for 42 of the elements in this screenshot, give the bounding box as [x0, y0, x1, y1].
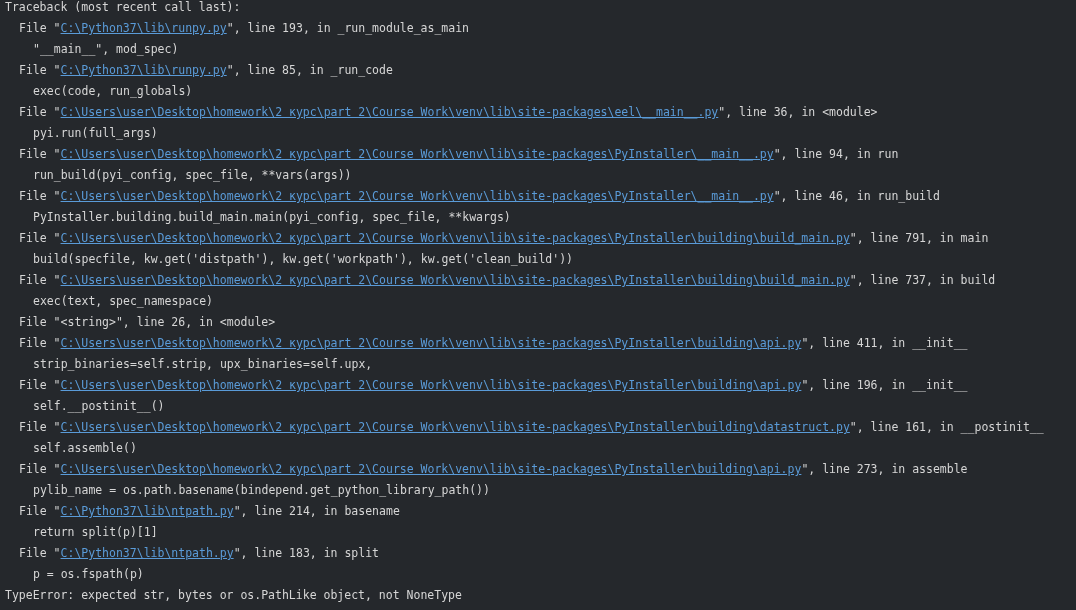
source-code-line: return split(p)[1]: [32, 524, 158, 541]
traceback-header: Traceback (most recent call last):: [5, 0, 241, 16]
file-link[interactable]: C:\Python37\lib\runpy.py: [60, 21, 227, 35]
file-link[interactable]: C:\Python37\lib\ntpath.py: [60, 504, 234, 518]
source-code-line: pylib_name = os.path.basename(bindepend.get_python_library_path()): [32, 482, 490, 499]
file-link[interactable]: C:\Python37\lib\runpy.py: [60, 63, 227, 77]
source-code-line: self.__postinit__(): [32, 398, 165, 415]
traceback-frame-line: File "C:\Python37\lib\ntpath.py", line 214, in basename: [18, 503, 400, 520]
source-code-line: self.assemble(): [32, 440, 137, 457]
traceback-frame-line: File "C:\Users\user\Desktop\homework\2 курс\part 2\Course Work\venv\lib\site-packages\PyInstaller\__main__.py", line 46, in run_build: [18, 188, 940, 205]
source-code-line: strip_binaries=self.strip, upx_binaries=self.upx,: [32, 356, 373, 373]
traceback-frame-line: File "C:\Users\user\Desktop\homework\2 курс\part 2\Course Work\venv\lib\site-packages\PyInstaller\building\api.py", line 196, in __init__: [18, 377, 968, 394]
file-link[interactable]: C:\Users\user\Desktop\homework\2 курс\part 2\Course Work\venv\lib\site-packages\PyInstaller\__main__.py: [60, 189, 774, 203]
source-code-line: exec(text, spec_namespace): [32, 293, 213, 310]
source-code-line: "__main__", mod_spec): [32, 41, 179, 58]
traceback-frame-line: File "C:\Python37\lib\runpy.py", line 85, in _run_code: [18, 62, 393, 79]
traceback-frame-line: File "C:\Users\user\Desktop\homework\2 курс\part 2\Course Work\venv\lib\site-packages\PyInstaller\building\api.py", line 273, in assemble: [18, 461, 968, 478]
file-link[interactable]: C:\Users\user\Desktop\homework\2 курс\part 2\Course Work\venv\lib\site-packages\PyInstaller\building\api.py: [60, 336, 802, 350]
file-link[interactable]: C:\Users\user\Desktop\homework\2 курс\part 2\Course Work\venv\lib\site-packages\PyInstaller\building\datastruct.py: [60, 420, 850, 434]
source-code-line: PyInstaller.building.build_main.main(pyi_config, spec_file, **kwargs): [32, 209, 511, 226]
traceback-frame-line: File "C:\Users\user\Desktop\homework\2 курс\part 2\Course Work\venv\lib\site-packages\eel\__main__.py", line 36, in <module>: [18, 104, 878, 121]
traceback-frame-line: File "<string>", line 26, in <module>: [18, 314, 276, 331]
file-link[interactable]: C:\Users\user\Desktop\homework\2 курс\part 2\Course Work\venv\lib\site-packages\PyInstaller\building\api.py: [60, 462, 802, 476]
source-code-line: run_build(pyi_config, spec_file, **vars(args)): [32, 167, 352, 184]
file-link[interactable]: C:\Users\user\Desktop\homework\2 курс\part 2\Course Work\venv\lib\site-packages\PyInstaller\building\api.py: [60, 378, 802, 392]
source-code-line: build(specfile, kw.get('distpath'), kw.get('workpath'), kw.get('clean_build')): [32, 251, 574, 268]
source-code-line: exec(code, run_globals): [32, 83, 193, 100]
source-code-line: pyi.run(full_args): [32, 125, 158, 142]
traceback-frame-line: File "C:\Users\user\Desktop\homework\2 курс\part 2\Course Work\venv\lib\site-packages\PyInstaller\building\build_main.py", line 737, in build: [18, 272, 996, 289]
file-link[interactable]: C:\Users\user\Desktop\homework\2 курс\part 2\Course Work\venv\lib\site-packages\eel\__main__.py: [60, 105, 719, 119]
error-message: TypeError: expected str, bytes or os.PathLike object, not NoneType: [5, 587, 462, 604]
traceback-frame-line: File "C:\Python37\lib\runpy.py", line 193, in _run_module_as_main: [18, 20, 470, 37]
source-code-line: p = os.fspath(p): [32, 566, 144, 583]
traceback-frame-line: File "C:\Users\user\Desktop\homework\2 курс\part 2\Course Work\venv\lib\site-packages\PyInstaller\__main__.py", line 94, in run: [18, 146, 899, 163]
file-link[interactable]: C:\Users\user\Desktop\homework\2 курс\part 2\Course Work\venv\lib\site-packages\PyInstaller\building\build_main.py: [60, 231, 850, 245]
file-link[interactable]: C:\Users\user\Desktop\homework\2 курс\part 2\Course Work\venv\lib\site-packages\PyInstaller\__main__.py: [60, 147, 774, 161]
file-link[interactable]: C:\Users\user\Desktop\homework\2 курс\part 2\Course Work\venv\lib\site-packages\PyInstaller\building\build_main.py: [60, 273, 850, 287]
traceback-frame-line: File "C:\Users\user\Desktop\homework\2 курс\part 2\Course Work\venv\lib\site-packages\PyInstaller\building\datastruct.py", line 161, in __postinit__: [18, 419, 1044, 436]
traceback-frame-line: File "C:\Users\user\Desktop\homework\2 курс\part 2\Course Work\venv\lib\site-packages\PyInstaller\building\build_main.py", line 791, in main: [18, 230, 989, 247]
traceback-frame-line: File "C:\Users\user\Desktop\homework\2 курс\part 2\Course Work\venv\lib\site-packages\PyInstaller\building\api.py", line 411, in __init__: [18, 335, 968, 352]
file-link[interactable]: C:\Python37\lib\ntpath.py: [60, 546, 234, 560]
traceback-frame-line: File "C:\Python37\lib\ntpath.py", line 183, in split: [18, 545, 380, 562]
